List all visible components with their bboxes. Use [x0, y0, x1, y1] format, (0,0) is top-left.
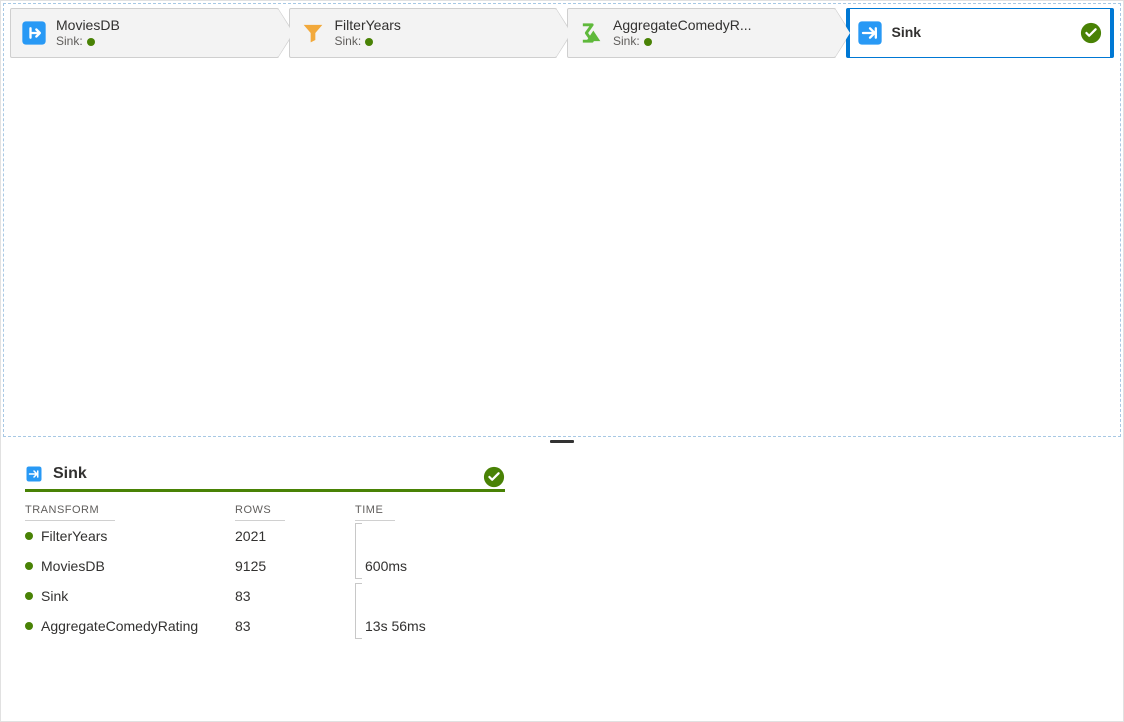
source-icon	[20, 19, 48, 47]
timing-group: FilterYears 2021 MoviesDB 9125 600ms	[25, 521, 505, 581]
col-header-rows: ROWS	[235, 498, 285, 521]
col-header-transform: TRANSFORM	[25, 498, 115, 521]
status-dot-icon	[644, 38, 652, 46]
row-count: 9125	[235, 558, 355, 574]
row-count: 83	[235, 588, 355, 604]
table-row: Sink 83	[25, 581, 505, 611]
aggregate-icon	[577, 19, 605, 47]
status-dot-icon	[25, 622, 33, 630]
table-row: MoviesDB 9125 600ms	[25, 551, 505, 581]
node-title: AggregateComedyR...	[613, 17, 752, 35]
stats-table: TRANSFORM ROWS TIME FilterYears 2021 Mov…	[25, 498, 505, 641]
timing-group: Sink 83 AggregateComedyRating 83 13s 56m…	[25, 581, 505, 641]
details-panel: Sink TRANSFORM ROWS TIME FilterYears 202…	[1, 443, 1123, 721]
success-icon	[483, 466, 505, 488]
node-title: Sink	[892, 24, 922, 42]
sink-icon	[856, 19, 884, 47]
status-dot-icon	[25, 562, 33, 570]
transform-name: Sink	[41, 588, 68, 604]
node-filteryears[interactable]: FilterYears Sink:	[289, 8, 558, 58]
dataflow-canvas[interactable]: MoviesDB Sink: FilterYears Sink:	[3, 3, 1121, 437]
node-aggregate[interactable]: AggregateComedyR... Sink:	[567, 8, 836, 58]
row-count: 83	[235, 618, 355, 634]
transform-name: MoviesDB	[41, 558, 105, 574]
filter-icon	[299, 19, 327, 47]
group-time: 13s 56ms	[355, 618, 505, 634]
transform-name: AggregateComedyRating	[41, 618, 198, 634]
node-sink[interactable]: Sink	[846, 8, 1115, 58]
pipeline: MoviesDB Sink: FilterYears Sink:	[10, 8, 1114, 58]
node-title: FilterYears	[335, 17, 401, 35]
node-status: Sink:	[613, 34, 752, 49]
success-icon	[1080, 22, 1102, 44]
table-row: AggregateComedyRating 83 13s 56ms	[25, 611, 505, 641]
node-moviesdb[interactable]: MoviesDB Sink:	[10, 8, 279, 58]
node-title: MoviesDB	[56, 17, 120, 35]
node-status: Sink:	[335, 34, 401, 49]
transform-name: FilterYears	[41, 528, 107, 544]
status-dot-icon	[87, 38, 95, 46]
status-dot-icon	[25, 532, 33, 540]
details-header: Sink	[25, 465, 505, 492]
row-count: 2021	[235, 528, 355, 544]
status-dot-icon	[25, 592, 33, 600]
group-time: 600ms	[355, 558, 505, 574]
col-header-time: TIME	[355, 498, 395, 521]
details-title: Sink	[53, 465, 87, 483]
sink-icon	[25, 465, 43, 483]
status-dot-icon	[365, 38, 373, 46]
table-row: FilterYears 2021	[25, 521, 505, 551]
node-status: Sink:	[56, 34, 120, 49]
